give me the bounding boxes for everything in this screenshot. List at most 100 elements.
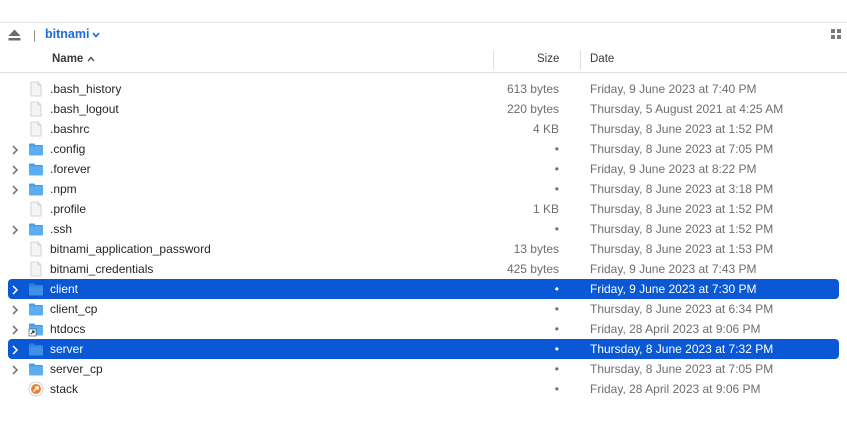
file-row[interactable]: .forever • Friday, 9 June 2023 at 8:22 PM [0, 159, 847, 179]
file-date: Thursday, 5 August 2021 at 4:25 AM [590, 102, 784, 116]
chevron-down-icon [92, 32, 101, 38]
file-date: Thursday, 8 June 2023 at 1:52 PM [590, 202, 774, 216]
file-name: stack [50, 382, 79, 396]
disclosure-chevron-icon[interactable] [11, 164, 19, 175]
toolbar [0, 0, 847, 23]
file-size: • [554, 342, 559, 356]
file-date: Thursday, 8 June 2023 at 7:05 PM [590, 142, 774, 156]
folder-icon [28, 181, 44, 197]
file-size: 425 bytes [506, 262, 559, 276]
file-size: • [554, 382, 559, 396]
file-date: Friday, 28 April 2023 at 9:06 PM [590, 382, 761, 396]
file-name: bitnami_application_password [50, 242, 211, 256]
column-divider[interactable] [493, 51, 494, 69]
file-name: server_cp [50, 362, 103, 376]
breadcrumb[interactable]: bitnami [45, 27, 101, 41]
column-name-header[interactable]: Name [52, 53, 95, 65]
file-date: Thursday, 8 June 2023 at 3:18 PM [590, 182, 774, 196]
folder-icon [28, 301, 44, 317]
document-icon [28, 101, 44, 117]
file-row[interactable]: bitnami_credentials 425 bytes Friday, 9 Ju… [0, 259, 847, 279]
path-bar: | bitnami [0, 23, 847, 47]
file-size: 13 bytes [513, 242, 559, 256]
file-size: • [554, 282, 559, 296]
disclosure-chevron-icon[interactable] [11, 224, 19, 235]
file-date: Thursday, 8 June 2023 at 1:52 PM [590, 122, 774, 136]
file-name: client_cp [50, 302, 98, 316]
file-name: .bash_history [50, 82, 122, 96]
file-size: 4 KB [532, 122, 559, 136]
folder-icon [28, 161, 44, 177]
file-row[interactable]: .bash_history 613 bytes Friday, 9 June 202… [0, 79, 847, 99]
document-icon [28, 121, 44, 137]
file-date: Thursday, 8 June 2023 at 6:34 PM [590, 302, 774, 316]
file-name: .config [50, 142, 86, 156]
file-name: bitnami_credentials [50, 262, 154, 276]
file-row[interactable]: .profile 1 KB Thursday, 8 June 2023 at 1:5… [0, 199, 847, 219]
file-name: .ssh [50, 222, 73, 236]
breadcrumb-label: bitnami [45, 27, 90, 41]
document-icon [28, 201, 44, 217]
file-row[interactable]: .bash_logout 220 bytes Thursday, 5 August … [0, 99, 847, 119]
file-name: .npm [50, 182, 77, 196]
column-date-header[interactable]: Date [590, 53, 614, 65]
eject-icon[interactable] [8, 29, 21, 41]
column-divider[interactable] [580, 51, 581, 69]
grid-view-icon[interactable] [831, 29, 841, 39]
folder-icon [28, 341, 44, 357]
file-row[interactable]: server_cp • Thursday, 8 June 2023 at 7:05 … [0, 359, 847, 379]
disclosure-chevron-icon[interactable] [11, 304, 19, 315]
disclosure-chevron-icon[interactable] [11, 144, 19, 155]
file-row[interactable]: .ssh • Thursday, 8 June 2023 at 1:52 PM [0, 219, 847, 239]
file-list: .bash_history 613 bytes Friday, 9 June 202… [0, 79, 847, 399]
path-separator: | [33, 28, 37, 42]
column-name-label: Name [52, 53, 84, 65]
disclosure-chevron-icon[interactable] [11, 344, 19, 355]
file-size: • [554, 142, 559, 156]
file-size: 220 bytes [506, 102, 559, 116]
document-icon [28, 81, 44, 97]
file-row[interactable]: client_cp • Thursday, 8 June 2023 at 6:34 … [0, 299, 847, 319]
folder-icon [28, 221, 44, 237]
file-size: • [554, 162, 559, 176]
folder-icon [28, 141, 44, 157]
file-name: htdocs [50, 322, 86, 336]
file-date: Thursday, 8 June 2023 at 7:32 PM [590, 342, 774, 356]
disclosure-chevron-icon[interactable] [11, 184, 19, 195]
file-date: Thursday, 8 June 2023 at 1:52 PM [590, 222, 774, 236]
file-size: • [554, 362, 559, 376]
file-row[interactable]: stack • Friday, 28 April 2023 at 9:06 PM [0, 379, 847, 399]
folder-icon [28, 281, 44, 297]
file-size: • [554, 322, 559, 336]
file-row[interactable]: bitnami_application_password 13 bytes Thur… [0, 239, 847, 259]
file-size: 613 bytes [506, 82, 559, 96]
document-icon [28, 241, 44, 257]
file-row[interactable]: .npm • Thursday, 8 June 2023 at 3:18 PM [0, 179, 847, 199]
file-size: • [554, 302, 559, 316]
sort-ascending-icon [87, 56, 95, 62]
file-date: Thursday, 8 June 2023 at 7:05 PM [590, 362, 774, 376]
folder-icon [28, 361, 44, 377]
file-date: Thursday, 8 June 2023 at 1:53 PM [590, 242, 774, 256]
file-name: .forever [50, 162, 91, 176]
file-row[interactable]: server • Thursday, 8 June 2023 at 7:32 PM [8, 339, 839, 359]
file-row[interactable]: .bashrc 4 KB Thursday, 8 June 2023 at 1:52… [0, 119, 847, 139]
document-icon [28, 261, 44, 277]
disclosure-chevron-icon[interactable] [11, 284, 19, 295]
column-size-header[interactable]: Size [537, 53, 559, 65]
file-date: Friday, 9 June 2023 at 8:22 PM [590, 162, 757, 176]
file-name: .profile [50, 202, 87, 216]
file-name: client [50, 282, 79, 296]
file-size: • [554, 222, 559, 236]
column-header: Name Size Date [0, 48, 847, 73]
file-row[interactable]: htdocs • Friday, 28 April 2023 at 9:06 PM [0, 319, 847, 339]
file-date: Friday, 9 June 2023 at 7:30 PM [590, 282, 757, 296]
file-row[interactable]: .config • Thursday, 8 June 2023 at 7:05 PM [0, 139, 847, 159]
file-row[interactable]: client • Friday, 9 June 2023 at 7:30 PM [8, 279, 839, 299]
disclosure-chevron-icon[interactable] [11, 324, 19, 335]
disclosure-chevron-icon[interactable] [11, 364, 19, 375]
file-name: server [50, 342, 84, 356]
file-date: Friday, 9 June 2023 at 7:40 PM [590, 82, 757, 96]
alias-icon [28, 381, 44, 397]
file-name: .bashrc [50, 122, 90, 136]
